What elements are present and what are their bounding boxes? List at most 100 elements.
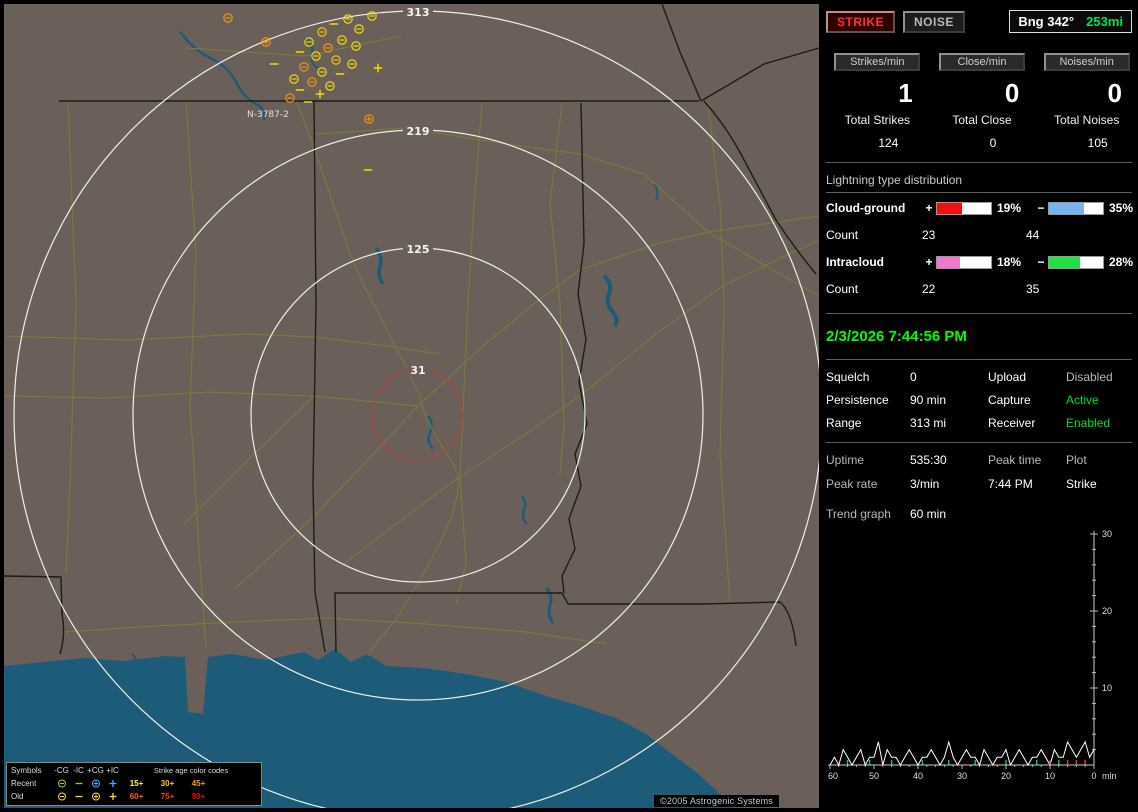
- cloud-ground-count-row: Count 23 44: [826, 223, 1138, 247]
- y-tick-label: 10: [1102, 683, 1112, 693]
- map-canvas[interactable]: 313 219 125 31 N-3787-2: [4, 4, 819, 808]
- bearing-value: Bng 342°: [1018, 14, 1075, 29]
- cg-minus-bar: [1048, 201, 1104, 215]
- cg-plus-pct: 19%: [997, 201, 1022, 215]
- noises-per-min-header: Noises/min: [1043, 53, 1130, 71]
- plot-value: Strike: [1066, 477, 1097, 491]
- legend-row: Old 60+ 75+ 90+: [7, 790, 261, 803]
- cg-minus-pct: 35%: [1109, 201, 1134, 215]
- distribution-title: Lightning type distribution: [826, 173, 1132, 193]
- intracloud-count-row: Count 22 35: [826, 277, 1138, 301]
- legend-symbol-cell: [53, 778, 70, 789]
- capture-label: Capture: [988, 393, 1031, 407]
- x-tick-label: 40: [913, 771, 923, 781]
- cloud-ground-row: Cloud-ground + 19% − 35%: [826, 193, 1138, 223]
- peak-rate-value: 3/min: [910, 477, 940, 491]
- ic-minus-pct: 28%: [1109, 255, 1134, 269]
- minus-sign: −: [1037, 201, 1045, 215]
- peak-rate-label: Peak rate: [826, 477, 878, 491]
- y-tick-label: 20: [1102, 606, 1112, 616]
- close-counter: Close/min 0 Total Close 0: [929, 53, 1036, 150]
- cloud-ground-label: Cloud-ground: [826, 201, 906, 215]
- legend-symbol-cell: [53, 791, 70, 802]
- legend-row: Recent 15+ 30+ 45+: [7, 777, 261, 790]
- cg-plus-count: 23: [922, 228, 936, 242]
- legend-age-code: 60+: [129, 792, 144, 801]
- distance-value: 253mi: [1086, 14, 1123, 29]
- x-tick-label: 0: [1091, 771, 1096, 781]
- trend-graph-label: Trend graph: [826, 507, 891, 521]
- legend-age-title: Strike age color codes: [153, 766, 229, 775]
- noises-counter: Noises/min 0 Total Noises 105: [1035, 53, 1138, 150]
- divider: [826, 313, 1132, 314]
- m-legend-icon: [75, 795, 82, 798]
- capture-value: Active: [1066, 393, 1099, 407]
- uptime-value: 535:30: [910, 453, 947, 467]
- count-label: Count: [826, 228, 859, 242]
- station-label: N-3787-2: [247, 110, 289, 120]
- ring-label-125: 125: [407, 243, 430, 256]
- mode-toolbar: STRIKE NOISE Bng 342° 253mi: [826, 10, 1138, 33]
- noises-per-min-value: 0: [1107, 78, 1123, 108]
- legend-col-header: -IC: [73, 766, 84, 775]
- legend-symbol-cell: [70, 791, 87, 802]
- status-panel: STRIKE NOISE Bng 342° 253mi Strikes/min …: [820, 0, 1138, 812]
- p-legend-icon: [109, 780, 116, 787]
- legend-symbol-cell: [104, 778, 121, 789]
- total-strikes-label: Total Strikes: [844, 113, 911, 127]
- legend-col-header: -CG: [54, 766, 69, 775]
- divider: [826, 442, 1132, 443]
- stats-grid: Uptime 535:30 Peak time Plot Peak rate 3…: [826, 453, 1138, 491]
- ic-plus-pct: 18%: [997, 255, 1022, 269]
- m-legend-icon: [75, 782, 82, 785]
- x-tick-label: 10: [1045, 771, 1055, 781]
- copyright-label: ©2005 Astrogenic Systems: [654, 795, 779, 807]
- plus-sign: +: [925, 255, 933, 269]
- legend-age-code: 90+: [191, 792, 206, 801]
- divider: [826, 162, 1132, 163]
- strike-map[interactable]: 313 219 125 31 N-3787-2 Symbols -CG -IC +CG…: [4, 4, 819, 808]
- ring-label-31: 31: [410, 364, 425, 377]
- receiver-label: Receiver: [988, 416, 1036, 430]
- cm-legend-icon: [57, 792, 66, 801]
- cg-minus-count: 44: [1026, 228, 1040, 242]
- trend-graph-header: Trend graph 60 min: [826, 507, 1138, 521]
- lightning-tracker-window: 313 219 125 31 N-3787-2 Symbols -CG -IC +CG…: [0, 0, 1138, 812]
- legend-age-code: 15+: [129, 779, 144, 788]
- legend-symbol-cell: [87, 778, 104, 789]
- strike-mode-button[interactable]: STRIKE: [826, 10, 896, 33]
- legend-col-header: +CG: [87, 766, 104, 775]
- map-legend: Symbols -CG -IC +CG +IC Strike age color code…: [6, 762, 262, 806]
- legend-symbol-cell: [70, 778, 87, 789]
- legend-row-label: Old: [11, 792, 24, 801]
- ring-label-313: 313: [407, 6, 430, 19]
- count-label: Count: [826, 282, 859, 296]
- divider: [826, 359, 1132, 360]
- x-tick-label: 30: [957, 771, 967, 781]
- ic-minus-count: 35: [1026, 282, 1040, 296]
- cp-legend-icon: [91, 792, 100, 801]
- close-per-min-value: 0: [1004, 78, 1020, 108]
- ic-minus-bar: [1048, 255, 1104, 269]
- noise-mode-button[interactable]: NOISE: [903, 10, 965, 33]
- cp-legend-icon: [91, 779, 100, 788]
- trend-graph: 30 20 10 60 50 40 30 20 10 0 min: [828, 529, 1117, 781]
- range-label: Range: [826, 416, 862, 430]
- legend-header-row: Symbols -CG -IC +CG +IC Strike age color code…: [7, 764, 261, 777]
- cm-legend-icon: [57, 779, 66, 788]
- total-noises-label: Total Noises: [1053, 113, 1120, 127]
- peak-time-label: Peak time: [988, 453, 1042, 467]
- bearing-readout: Bng 342° 253mi: [1009, 10, 1132, 33]
- legend-symbol-cell: [104, 791, 121, 802]
- intracloud-row: Intracloud + 18% − 28%: [826, 247, 1138, 277]
- range-value: 313 mi: [910, 416, 947, 430]
- total-close-value: 0: [989, 136, 997, 150]
- x-tick-label: 20: [1001, 771, 1011, 781]
- strikes-per-min-header: Strikes/min: [834, 53, 921, 71]
- legend-row-label: Recent: [11, 779, 37, 788]
- total-strikes-value: 124: [878, 136, 899, 150]
- x-tick-label: 50: [869, 771, 879, 781]
- plot-label: Plot: [1066, 453, 1087, 467]
- uptime-label: Uptime: [826, 453, 865, 467]
- legend-symbols-title: Symbols: [11, 766, 42, 775]
